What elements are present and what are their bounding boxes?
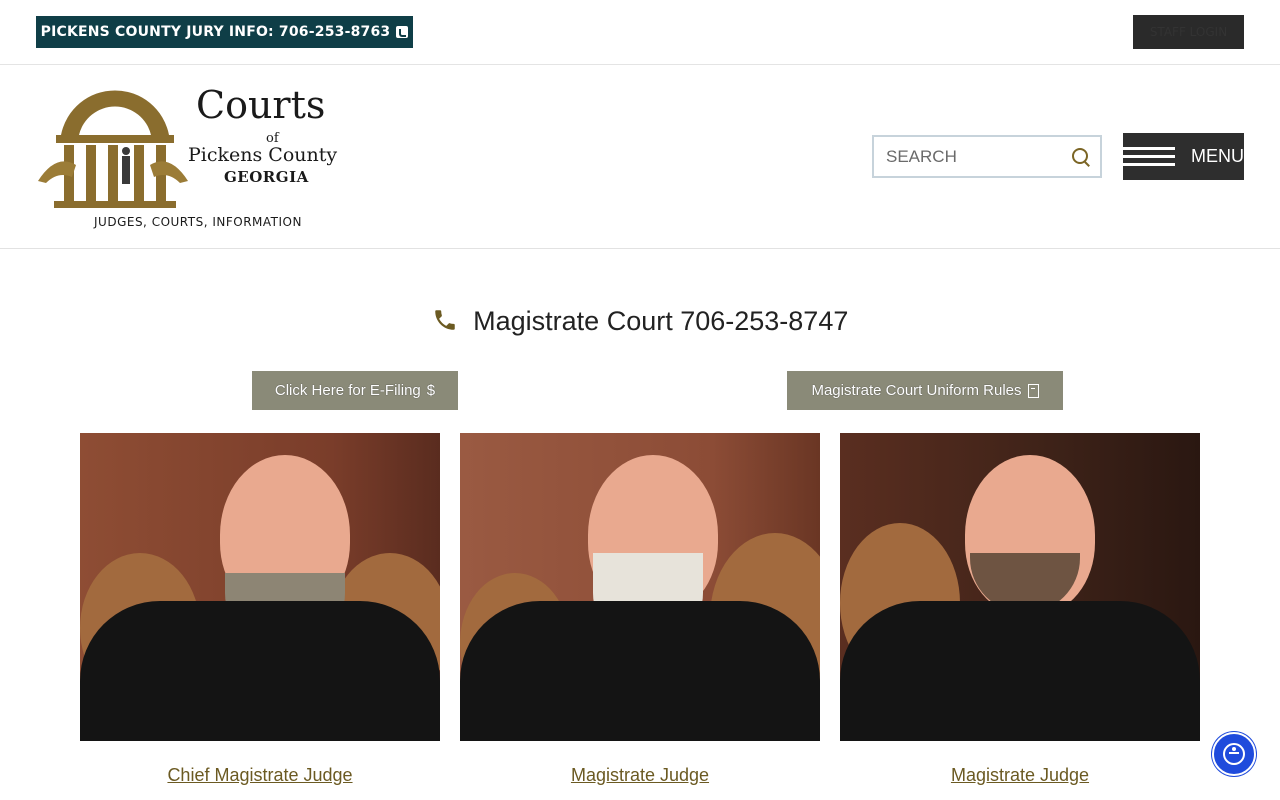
judge-title-link[interactable]: Magistrate Judge (840, 765, 1200, 786)
accessibility-icon (1223, 743, 1245, 765)
dollar-icon: $ (426, 382, 436, 399)
phone-icon (434, 310, 455, 330)
phone-square-icon (396, 26, 409, 38)
jury-info-label: PICKENS COUNTY JURY INFO: 706-253-8763 (40, 24, 391, 40)
jury-info-button[interactable]: PICKENS COUNTY JURY INFO: 706-253-8763 (36, 16, 413, 48)
pdf-file-icon (1027, 383, 1039, 398)
accessibility-button[interactable] (1212, 732, 1256, 776)
logo-tagline: JUDGES, COURTS, INFORMATION (94, 215, 302, 229)
judge-title-link[interactable]: Magistrate Judge (460, 765, 820, 786)
logo-county: Pickens County (188, 144, 338, 166)
menu-button[interactable]: MENU (1123, 133, 1244, 180)
search-input[interactable] (874, 137, 1076, 176)
courthouse-emblem-icon (38, 90, 188, 208)
logo-state: GEORGIA (224, 168, 309, 186)
efiling-button[interactable]: Click Here for E-Filing $ (252, 371, 458, 410)
top-bar: PICKENS COUNTY JURY INFO: 706-253-8763 S… (0, 0, 1280, 65)
hamburger-icon (1123, 146, 1175, 167)
search-box (872, 135, 1102, 178)
menu-label: MENU (1191, 146, 1244, 166)
efiling-label: Click Here for E-Filing (274, 382, 421, 399)
staff-login-button[interactable]: STAFF LOGIN (1133, 15, 1244, 49)
judge-photo[interactable] (840, 433, 1200, 741)
judge-card: Magistrate Judge (460, 433, 820, 786)
uniform-rules-button[interactable]: Magistrate Court Uniform Rules (787, 371, 1063, 410)
site-logo[interactable]: Courts of Pickens County GEORGIA JUDGES,… (36, 73, 366, 238)
judge-title-link[interactable]: Chief Magistrate Judge (80, 765, 440, 786)
page-title-text: Magistrate Court 706-253-8747 (473, 306, 849, 336)
uniform-rules-label: Magistrate Court Uniform Rules (811, 382, 1022, 399)
logo-title: Courts (196, 83, 326, 127)
search-icon[interactable] (1072, 148, 1088, 164)
page-title: Magistrate Court 706-253-8747 (0, 306, 1280, 337)
judge-card: Magistrate Judge (840, 433, 1200, 786)
judge-photo[interactable] (80, 433, 440, 741)
site-header: Courts of Pickens County GEORGIA JUDGES,… (0, 65, 1280, 249)
judge-photo[interactable] (460, 433, 820, 741)
judge-card: Chief Magistrate Judge (80, 433, 440, 786)
